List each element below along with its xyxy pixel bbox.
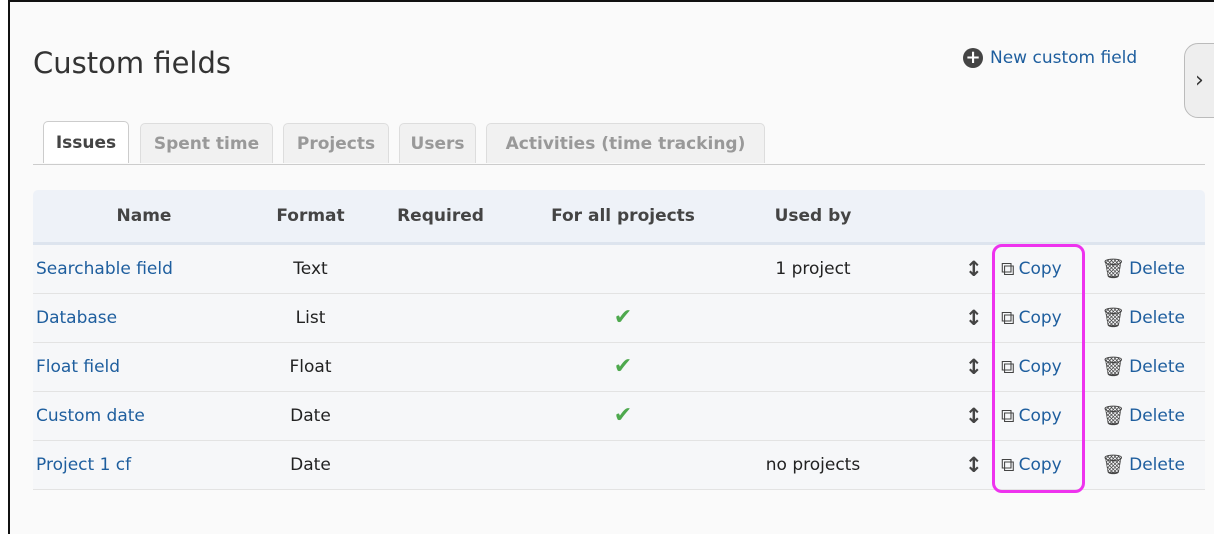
sidebar-toggle-button[interactable]: › bbox=[1184, 43, 1214, 118]
trash-icon: 🗑 bbox=[1101, 356, 1126, 378]
header-name: Name bbox=[116, 206, 172, 226]
copy-icon: ⧉ bbox=[1001, 258, 1015, 280]
check-icon bbox=[538, 245, 708, 293]
delete-label: Delete bbox=[1129, 357, 1185, 377]
check-icon bbox=[538, 441, 708, 489]
field-format: Date bbox=[290, 406, 331, 426]
sort-handle-icon[interactable]: ↕ bbox=[965, 294, 983, 342]
copy-label: Copy bbox=[1018, 406, 1062, 426]
copy-link[interactable]: ⧉ Copy bbox=[1001, 294, 1062, 342]
trash-icon: 🗑 bbox=[1101, 258, 1126, 280]
delete-link[interactable]: 🗑 Delete bbox=[1101, 441, 1185, 489]
field-used-by bbox=[753, 392, 873, 440]
tab-activities[interactable]: Activities (time tracking) bbox=[486, 123, 765, 163]
chevron-right-icon: › bbox=[1195, 68, 1204, 93]
tab-issues[interactable]: Issues bbox=[43, 121, 129, 163]
table-row: Database List ✔ ↕ ⧉ Copy 🗑 Delete bbox=[33, 294, 1205, 343]
delete-label: Delete bbox=[1129, 455, 1185, 475]
tab-bar: Issues Spent time Projects Users Activit… bbox=[33, 121, 1205, 165]
sort-handle-icon[interactable]: ↕ bbox=[965, 441, 983, 489]
tab-users[interactable]: Users bbox=[399, 123, 476, 163]
table-row: Float field Float ✔ ↕ ⧉ Copy 🗑 Delete bbox=[33, 343, 1205, 392]
check-icon: ✔ bbox=[613, 354, 633, 379]
copy-link[interactable]: ⧉ Copy bbox=[1001, 245, 1062, 293]
table-row: Custom date Date ✔ ↕ ⧉ Copy 🗑 Delete bbox=[33, 392, 1205, 441]
copy-link[interactable]: ⧉ Copy bbox=[1001, 441, 1062, 489]
copy-icon: ⧉ bbox=[1001, 356, 1015, 378]
new-custom-field-label: New custom field bbox=[990, 48, 1138, 68]
copy-label: Copy bbox=[1018, 308, 1062, 328]
field-name-link[interactable]: Custom date bbox=[36, 392, 145, 440]
copy-icon: ⧉ bbox=[1001, 405, 1015, 427]
field-name-link[interactable]: Database bbox=[36, 294, 117, 342]
delete-link[interactable]: 🗑 Delete bbox=[1101, 294, 1185, 342]
field-used-by bbox=[753, 294, 873, 342]
field-used-by: no projects bbox=[765, 455, 861, 475]
sort-handle-icon[interactable]: ↕ bbox=[965, 392, 983, 440]
copy-link[interactable]: ⧉ Copy bbox=[1001, 343, 1062, 391]
field-name-link[interactable]: Project 1 cf bbox=[36, 441, 131, 489]
sort-handle-icon[interactable]: ↕ bbox=[965, 245, 983, 293]
tab-spent-time[interactable]: Spent time bbox=[140, 123, 273, 163]
custom-fields-table: Name Format Required For all projects Us… bbox=[33, 190, 1205, 490]
delete-link[interactable]: 🗑 Delete bbox=[1101, 245, 1185, 293]
check-icon: ✔ bbox=[613, 305, 633, 330]
header-used-by: Used by bbox=[774, 206, 852, 226]
copy-label: Copy bbox=[1018, 259, 1062, 279]
copy-label: Copy bbox=[1018, 357, 1062, 377]
table-row: Project 1 cf Date no projects ↕ ⧉ Copy 🗑… bbox=[33, 441, 1205, 490]
field-name-link[interactable]: Searchable field bbox=[36, 245, 173, 293]
field-used-by bbox=[753, 343, 873, 391]
copy-icon: ⧉ bbox=[1001, 307, 1015, 329]
field-format: Float bbox=[289, 357, 332, 377]
table-row: Searchable field Text 1 project ↕ ⧉ Copy… bbox=[33, 245, 1205, 294]
field-format: Text bbox=[293, 259, 328, 279]
field-name-link[interactable]: Float field bbox=[36, 343, 120, 391]
plus-circle-icon: + bbox=[963, 48, 983, 68]
trash-icon: 🗑 bbox=[1101, 454, 1126, 476]
field-format: Date bbox=[290, 455, 331, 475]
field-used-by: 1 project bbox=[775, 259, 851, 279]
delete-label: Delete bbox=[1129, 308, 1185, 328]
delete-link[interactable]: 🗑 Delete bbox=[1101, 343, 1185, 391]
field-format: List bbox=[295, 308, 326, 328]
copy-icon: ⧉ bbox=[1001, 454, 1015, 476]
sort-handle-icon[interactable]: ↕ bbox=[965, 343, 983, 391]
delete-link[interactable]: 🗑 Delete bbox=[1101, 392, 1185, 440]
trash-icon: 🗑 bbox=[1101, 307, 1126, 329]
tab-projects[interactable]: Projects bbox=[283, 123, 389, 163]
new-custom-field-link[interactable]: + New custom field bbox=[963, 48, 1137, 68]
header-format: Format bbox=[276, 206, 345, 226]
page-title: Custom fields bbox=[33, 46, 232, 80]
header-required: Required bbox=[397, 206, 484, 226]
copy-label: Copy bbox=[1018, 455, 1062, 475]
header-for-all-projects: For all projects bbox=[551, 206, 695, 226]
copy-link[interactable]: ⧉ Copy bbox=[1001, 392, 1062, 440]
table-header: Name Format Required For all projects Us… bbox=[33, 190, 1205, 245]
delete-label: Delete bbox=[1129, 406, 1185, 426]
delete-label: Delete bbox=[1129, 259, 1185, 279]
check-icon: ✔ bbox=[613, 403, 633, 428]
trash-icon: 🗑 bbox=[1101, 405, 1126, 427]
